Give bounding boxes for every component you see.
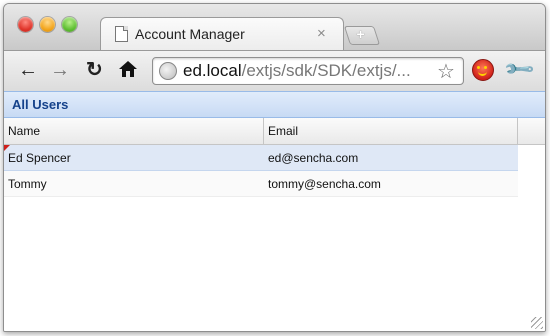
browser-tab[interactable]: Account Manager × (100, 17, 344, 51)
close-window-icon[interactable] (18, 17, 33, 32)
browser-window: Account Manager × + ← → ↻ ed.local/extjs… (3, 3, 546, 332)
column-label: Name (8, 124, 41, 138)
grid-header: Name Email (4, 118, 545, 145)
url-path: /extjs/sdk/SDK/extjs/... (241, 61, 411, 80)
column-header-email[interactable]: Email (264, 118, 518, 144)
plus-icon: + (356, 26, 365, 42)
panel-title: All Users (12, 97, 69, 112)
column-label: Email (268, 124, 299, 138)
reload-icon[interactable]: ↻ (86, 59, 103, 81)
page-content: All Users Name Email Ed Spencer ed@sench… (4, 91, 545, 331)
title-bar: Account Manager × + (4, 4, 545, 51)
new-tab-button[interactable]: + (343, 26, 381, 45)
panel-header: All Users (4, 91, 545, 118)
extension-icon[interactable] (472, 59, 494, 81)
browser-toolbar: ← → ↻ ed.local/extjs/sdk/SDK/extjs/... ☆… (4, 50, 545, 92)
star-icon[interactable]: ☆ (437, 59, 455, 84)
tab-title: Account Manager (135, 26, 245, 42)
table-row[interactable]: Ed Spencer ed@sencha.com (4, 145, 518, 171)
minimize-window-icon[interactable] (40, 17, 55, 32)
cell-name[interactable]: Tommy (8, 177, 47, 191)
maximize-window-icon[interactable] (62, 17, 77, 32)
page-icon (115, 26, 128, 42)
table-row[interactable]: Tommy tommy@sencha.com (4, 171, 518, 197)
tab-close-icon[interactable]: × (317, 25, 326, 42)
url-text[interactable]: ed.local/extjs/sdk/SDK/extjs/... (183, 61, 411, 81)
globe-icon (159, 62, 177, 80)
cell-name[interactable]: Ed Spencer (8, 151, 71, 165)
cell-email[interactable]: tommy@sencha.com (268, 177, 381, 191)
forward-icon[interactable]: → (50, 59, 70, 81)
column-header-name[interactable]: Name (4, 118, 264, 144)
resize-grip[interactable] (531, 317, 543, 329)
back-icon[interactable]: ← (18, 59, 38, 81)
home-icon[interactable] (118, 59, 138, 81)
wrench-icon[interactable]: 🔧 (502, 52, 537, 87)
address-bar[interactable]: ed.local/extjs/sdk/SDK/extjs/... ☆ (152, 57, 464, 85)
cell-email[interactable]: ed@sencha.com (268, 151, 358, 165)
url-host: ed.local (183, 61, 242, 80)
